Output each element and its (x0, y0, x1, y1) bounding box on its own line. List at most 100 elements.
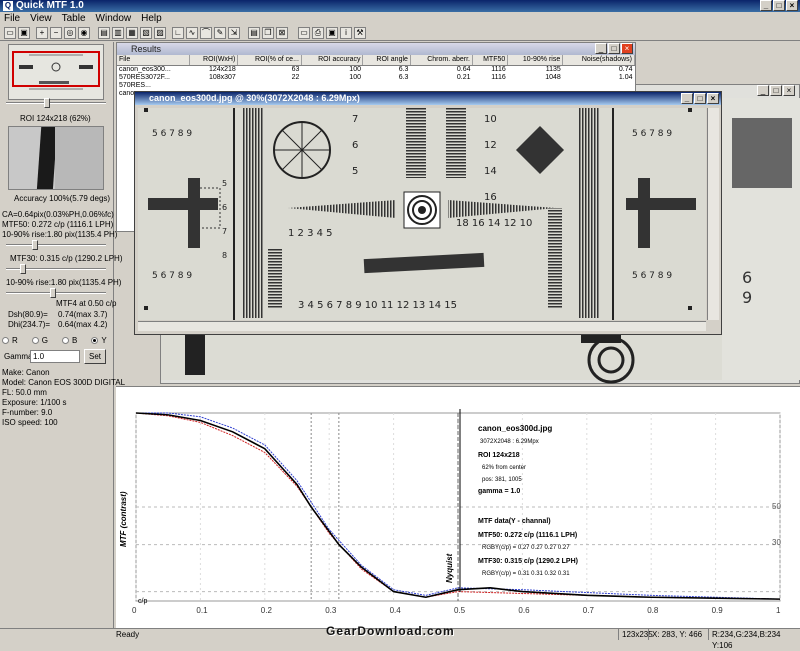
results-minimize-button[interactable]: _ (595, 43, 607, 54)
info-roi: ROI 124x218 (478, 452, 520, 459)
watermark: GearDownload.com (326, 624, 455, 638)
svg-text:10: 10 (484, 114, 497, 125)
roi-label: ROI 124x218 (62%) (20, 114, 91, 123)
table-row[interactable]: 570RES... (117, 81, 635, 89)
image-icon[interactable]: ▣ (326, 27, 338, 39)
rise-slider-thumb[interactable] (20, 264, 26, 274)
minimize-button[interactable]: _ (760, 0, 772, 11)
layout-2-icon[interactable]: ▥ (112, 27, 124, 39)
info-file: canon_eos300d.jpg (478, 424, 552, 433)
image-maximize-button[interactable]: □ (694, 93, 706, 104)
mtf-chart[interactable]: 0 0.1 0.2 0.3 0.4 0.5 0.6 0.7 0.8 0.9 1 canon_eos3… (116, 387, 800, 629)
mtf4-slider-thumb[interactable] (50, 288, 56, 298)
x-tick-label: 0.8 (647, 606, 659, 615)
menu-file[interactable]: File (4, 12, 20, 25)
info-dims: 3072X2048 : 6.29Mpx (480, 439, 539, 445)
menu-view[interactable]: View (30, 12, 52, 25)
table-row[interactable]: canon_eos300... 124x218 63 100 6.3 0.64 1116 11… (117, 65, 635, 73)
col-rise[interactable]: 10-90% rise (507, 55, 564, 66)
svg-text:8: 8 (222, 251, 227, 260)
x-tick-label: 0.1 (196, 606, 208, 615)
layout-3-icon[interactable]: ▦ (126, 27, 138, 39)
zoom-actual-icon[interactable]: ◉ (78, 27, 90, 39)
mtf30-side-label: 30 (772, 538, 781, 547)
image-close-button[interactable]: × (707, 93, 719, 104)
chart-icon[interactable]: ▭ (298, 27, 310, 39)
zoom-fit-icon[interactable]: ◎ (64, 27, 76, 39)
col-chrom[interactable]: Chrom. aberr. (410, 55, 473, 66)
table-row[interactable]: 570RES3072F... 108x307 22 100 6.3 0.21 1116 104… (117, 73, 635, 81)
col-roi-accuracy[interactable]: ROI accuracy (301, 55, 364, 66)
resolution-chart: 5 6 7 8 9 5 6 7 8 9 5 6 7 8 9 5 6 7 8 9 … (138, 108, 706, 320)
svg-text:5: 5 (352, 166, 358, 177)
table-icon[interactable]: ▤ (248, 27, 260, 39)
tool-icon[interactable]: ⚒ (354, 27, 366, 39)
col-roi-pct[interactable]: ROI(% of ce... (237, 55, 302, 66)
edge-icon[interactable]: ∟ (172, 27, 184, 39)
background-chart-edge: 6 9 (722, 98, 800, 380)
col-roi[interactable]: ROI(WxH) (189, 55, 239, 66)
curve-icon[interactable]: ∿ (186, 27, 198, 39)
mtf50-side-label: 50 (772, 502, 781, 511)
image-vscrollbar[interactable] (707, 108, 719, 320)
test-chart-image[interactable]: 5 6 7 8 9 5 6 7 8 9 5 6 7 8 9 5 6 7 8 9 … (138, 108, 706, 320)
mtf4-value: MTF4 at 0.50 c/p (56, 299, 117, 308)
toolbar: ▭ ▣ + − ◎ ◉ ▤ ▥ ▦ ▧ ▨ ∟ ∿ ⌒ ✎ ⇲ ▤ ❐ ⊠ ▭ … (0, 25, 800, 41)
results-maximize-button[interactable]: □ (608, 43, 620, 54)
svg-text:9: 9 (742, 288, 752, 307)
image-thumbnail[interactable] (8, 44, 104, 100)
col-mtf50[interactable]: MTF50 (472, 55, 509, 66)
menu-help[interactable]: Help (141, 12, 162, 25)
results-title-bar: Results _ □ × (117, 43, 635, 55)
svg-text:5 6 7 8 9: 5 6 7 8 9 (152, 129, 192, 139)
svg-text:7: 7 (222, 227, 227, 236)
x-tick-label: 0.5 (454, 606, 466, 615)
open-icon[interactable]: ▭ (4, 27, 16, 39)
channel-r[interactable]: R (2, 336, 18, 345)
gamma-input[interactable]: 1.0 (30, 350, 80, 363)
layout-1-icon[interactable]: ▤ (98, 27, 110, 39)
edit-icon[interactable]: ✎ (214, 27, 226, 39)
col-roi-angle[interactable]: ROI angle (362, 55, 411, 66)
print-icon[interactable]: ⎙ (312, 27, 324, 39)
graph-icon[interactable]: ⌒ (200, 27, 212, 39)
channel-b[interactable]: B (62, 336, 77, 345)
x-tick-label: 0.7 (583, 606, 595, 615)
set-button[interactable]: Set (84, 349, 106, 364)
info-pos: pos: 381, 1005 (482, 477, 522, 483)
results-close-button[interactable]: × (621, 43, 633, 54)
image-minimize-button[interactable]: _ (681, 93, 693, 104)
info-icon[interactable]: i (340, 27, 352, 39)
mtf30-slider[interactable] (6, 244, 106, 246)
layout-4-icon[interactable]: ▧ (140, 27, 152, 39)
info-rgby50: RGBY(c/p) = 0.27 0.27 0.27 0.27 (482, 545, 570, 551)
rise-value-2: 10-90% rise:1.80 pix(1135.4 PH) (6, 278, 122, 287)
col-noise[interactable]: Noise(shadows) (562, 55, 635, 66)
menu-window[interactable]: Window (96, 12, 132, 25)
roi-rectangle[interactable] (12, 51, 100, 87)
clear-icon[interactable]: ⊠ (276, 27, 288, 39)
exif-model: Model: Canon EOS 300D DIGITAL (2, 378, 126, 387)
close-button[interactable]: × (786, 0, 798, 11)
copy-icon[interactable]: ❐ (262, 27, 274, 39)
info-rgby30: RGBY(c/p) = 0.31 0.31 0.32 0.31 (482, 571, 570, 577)
x-tick-label: 0.2 (261, 606, 273, 615)
nyquist-label: Nyquist (445, 553, 454, 583)
export-icon[interactable]: ⇲ (228, 27, 240, 39)
layout-5-icon[interactable]: ▨ (154, 27, 166, 39)
channel-g[interactable]: G (31, 336, 48, 345)
info-center: 62% from center (482, 465, 526, 471)
col-file[interactable]: File (117, 55, 190, 66)
thumbnail-slider[interactable] (6, 102, 106, 104)
mtf4-slider[interactable] (6, 292, 106, 294)
save-icon[interactable]: ▣ (18, 27, 30, 39)
status-coords: X: 283, Y: 466 (648, 629, 710, 640)
zoom-in-icon[interactable]: + (36, 27, 48, 39)
image-hscrollbar[interactable] (138, 321, 706, 331)
channel-y[interactable]: Y (91, 336, 107, 345)
zoom-out-icon[interactable]: − (50, 27, 62, 39)
thumbnail-slider-thumb[interactable] (44, 98, 50, 108)
menu-table[interactable]: Table (62, 12, 86, 25)
maximize-button[interactable]: □ (773, 0, 785, 11)
mtf30-slider-thumb[interactable] (32, 240, 38, 250)
